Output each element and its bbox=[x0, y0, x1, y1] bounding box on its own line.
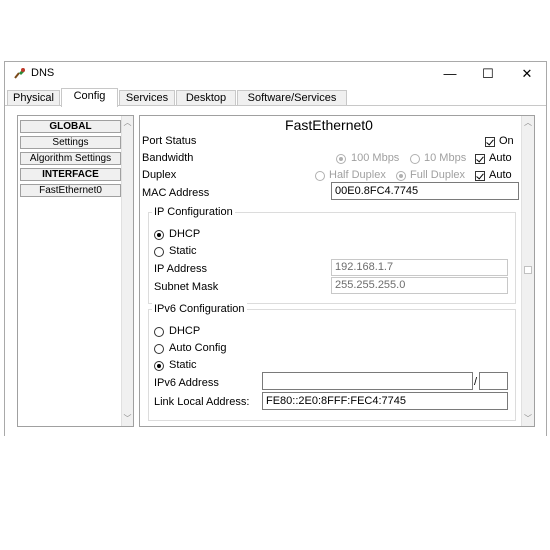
ip-dhcp-radio[interactable] bbox=[154, 230, 164, 240]
panel-scroll-up-icon[interactable]: ︿ bbox=[522, 117, 534, 128]
half-duplex-label: Half Duplex bbox=[329, 169, 386, 181]
ip-static-label: Static bbox=[169, 245, 197, 257]
bandwidth-10-radio[interactable] bbox=[410, 154, 420, 164]
duplex-auto-label: Auto bbox=[489, 169, 512, 181]
panel-title: FastEthernet0 bbox=[285, 117, 373, 133]
full-duplex-radio[interactable] bbox=[396, 171, 406, 181]
tab-bar: Physical Config Services Desktop Softwar… bbox=[5, 88, 546, 107]
bandwidth-label: Bandwidth bbox=[142, 152, 194, 164]
mac-address-field[interactable]: 00E0.8FC4.7745 bbox=[331, 182, 519, 200]
ipv6-static-radio[interactable] bbox=[154, 361, 164, 371]
ipv6-address-field[interactable] bbox=[262, 372, 473, 390]
link-local-address-field[interactable]: FE80::2E0:8FFF:FEC4:7745 bbox=[262, 392, 508, 410]
ipv6-auto-config-radio[interactable] bbox=[154, 344, 164, 354]
panel-scrollbar[interactable]: ︿ ﹀ bbox=[521, 116, 534, 426]
ipv6-address-label: IPv6 Address bbox=[154, 377, 219, 389]
port-status-on-label: On bbox=[499, 135, 514, 147]
app-icon bbox=[14, 68, 25, 79]
ipv6-dhcp-label: DHCP bbox=[169, 325, 201, 337]
interface-panel: FastEthernet0 Port Status On Bandwidth 1… bbox=[139, 115, 535, 427]
tab-physical[interactable]: Physical bbox=[7, 90, 60, 105]
config-content: GLOBAL Settings Algorithm Settings INTER… bbox=[5, 106, 546, 436]
ipv6-prefix-separator: / bbox=[474, 376, 478, 388]
tab-services[interactable]: Services bbox=[119, 90, 175, 105]
tab-config[interactable]: Config bbox=[61, 88, 118, 107]
mac-address-label: MAC Address bbox=[142, 187, 210, 199]
full-duplex-label: Full Duplex bbox=[410, 169, 466, 181]
sidebar-item-fastethernet0[interactable]: FastEthernet0 bbox=[20, 184, 121, 197]
bandwidth-100-radio[interactable] bbox=[336, 154, 346, 164]
scroll-down-icon[interactable]: ﹀ bbox=[122, 413, 133, 424]
ipv6-static-label: Static bbox=[169, 359, 197, 371]
tab-desktop[interactable]: Desktop bbox=[176, 90, 236, 105]
port-status-label: Port Status bbox=[142, 135, 197, 147]
ipv6-dhcp-radio[interactable] bbox=[154, 327, 164, 337]
title-bar[interactable]: DNS — ☐ ✕ bbox=[5, 62, 546, 86]
ip-address-label: IP Address bbox=[154, 263, 207, 275]
sidebar-item-settings[interactable]: Settings bbox=[20, 136, 121, 149]
bandwidth-auto-label: Auto bbox=[489, 152, 512, 164]
bandwidth-auto-checkbox[interactable] bbox=[475, 154, 485, 164]
tab-software-services[interactable]: Software/Services bbox=[237, 90, 347, 105]
ipv6-auto-config-label: Auto Config bbox=[169, 342, 227, 354]
minimize-button[interactable]: — bbox=[430, 62, 470, 86]
panel-scroll-thumb[interactable] bbox=[524, 266, 532, 274]
close-button[interactable]: ✕ bbox=[507, 62, 547, 86]
subnet-mask-field[interactable]: 255.255.255.0 bbox=[331, 277, 508, 294]
window-title: DNS bbox=[31, 67, 55, 79]
ipv6-prefix-field[interactable] bbox=[479, 372, 508, 390]
port-status-checkbox[interactable] bbox=[485, 137, 495, 147]
duplex-auto-checkbox[interactable] bbox=[475, 171, 485, 181]
sidebar-scrollbar[interactable]: ︿ ﹀ bbox=[121, 116, 133, 426]
config-sidebar: GLOBAL Settings Algorithm Settings INTER… bbox=[17, 115, 134, 427]
sidebar-interface-header[interactable]: INTERFACE bbox=[20, 168, 121, 181]
maximize-button[interactable]: ☐ bbox=[468, 62, 508, 86]
sidebar-item-algorithm-settings[interactable]: Algorithm Settings bbox=[20, 152, 121, 165]
bandwidth-10-label: 10 Mbps bbox=[424, 152, 467, 164]
bandwidth-100-label: 100 Mbps bbox=[351, 152, 400, 164]
dns-window: DNS — ☐ ✕ Physical Config Services Deskt… bbox=[4, 61, 547, 436]
ip-static-radio[interactable] bbox=[154, 247, 164, 257]
half-duplex-radio[interactable] bbox=[315, 171, 325, 181]
scroll-up-icon[interactable]: ︿ bbox=[122, 117, 133, 128]
ip-address-field[interactable]: 192.168.1.7 bbox=[331, 259, 508, 276]
link-local-address-label: Link Local Address: bbox=[154, 396, 250, 408]
panel-scroll-down-icon[interactable]: ﹀ bbox=[522, 413, 534, 424]
ip-dhcp-label: DHCP bbox=[169, 228, 201, 240]
ip-configuration-title: IP Configuration bbox=[152, 206, 235, 218]
subnet-mask-label: Subnet Mask bbox=[154, 281, 219, 293]
duplex-label: Duplex bbox=[142, 169, 177, 181]
sidebar-global-header[interactable]: GLOBAL bbox=[20, 120, 121, 133]
ipv6-configuration-title: IPv6 Configuration bbox=[152, 303, 247, 315]
